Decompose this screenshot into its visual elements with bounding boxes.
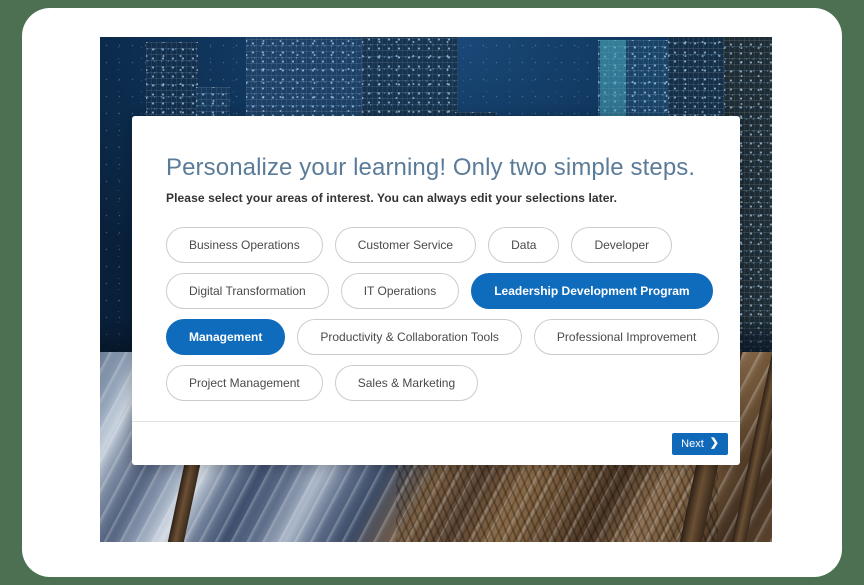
chip-row: Project Management Sales & Marketing — [166, 365, 706, 401]
chip-row: Management Productivity & Collaboration T… — [166, 319, 706, 355]
modal-title: Personalize your learning! Only two simp… — [166, 154, 706, 182]
personalize-learning-modal: Personalize your learning! Only two simp… — [132, 116, 740, 465]
interest-chip[interactable]: Productivity & Collaboration Tools — [297, 319, 522, 355]
interest-chip[interactable]: Sales & Marketing — [335, 365, 478, 401]
interest-chip[interactable]: Project Management — [166, 365, 323, 401]
modal-footer: Next ❯ — [132, 421, 740, 465]
modal-subtitle: Please select your areas of interest. Yo… — [166, 191, 706, 205]
chip-row: Digital TransformationIT OperationsLeade… — [166, 273, 706, 309]
page-frame: Personalize your learning! Only two simp… — [22, 8, 842, 577]
interest-chip-group: Business Operations Customer Service Data D… — [166, 227, 706, 401]
chip-row: Business Operations Customer Service Data D… — [166, 227, 706, 263]
interest-chip[interactable]: Management — [166, 319, 285, 355]
interest-chip[interactable]: Data — [488, 227, 559, 263]
interest-chip[interactable]: IT Operations — [341, 273, 459, 309]
next-button-label: Next — [681, 438, 704, 450]
next-button[interactable]: Next ❯ — [672, 433, 728, 455]
interest-chip[interactable]: Customer Service — [335, 227, 476, 263]
interest-chip[interactable]: Professional Improvement — [534, 319, 719, 355]
interest-chip[interactable]: Developer — [571, 227, 672, 263]
interest-chip[interactable]: Digital Transformation — [166, 273, 329, 309]
interest-chip[interactable]: Leadership Development Program — [471, 273, 712, 309]
chevron-right-icon: ❯ — [710, 438, 719, 449]
interest-chip[interactable]: Business Operations — [166, 227, 323, 263]
modal-body: Personalize your learning! Only two simp… — [132, 116, 740, 421]
